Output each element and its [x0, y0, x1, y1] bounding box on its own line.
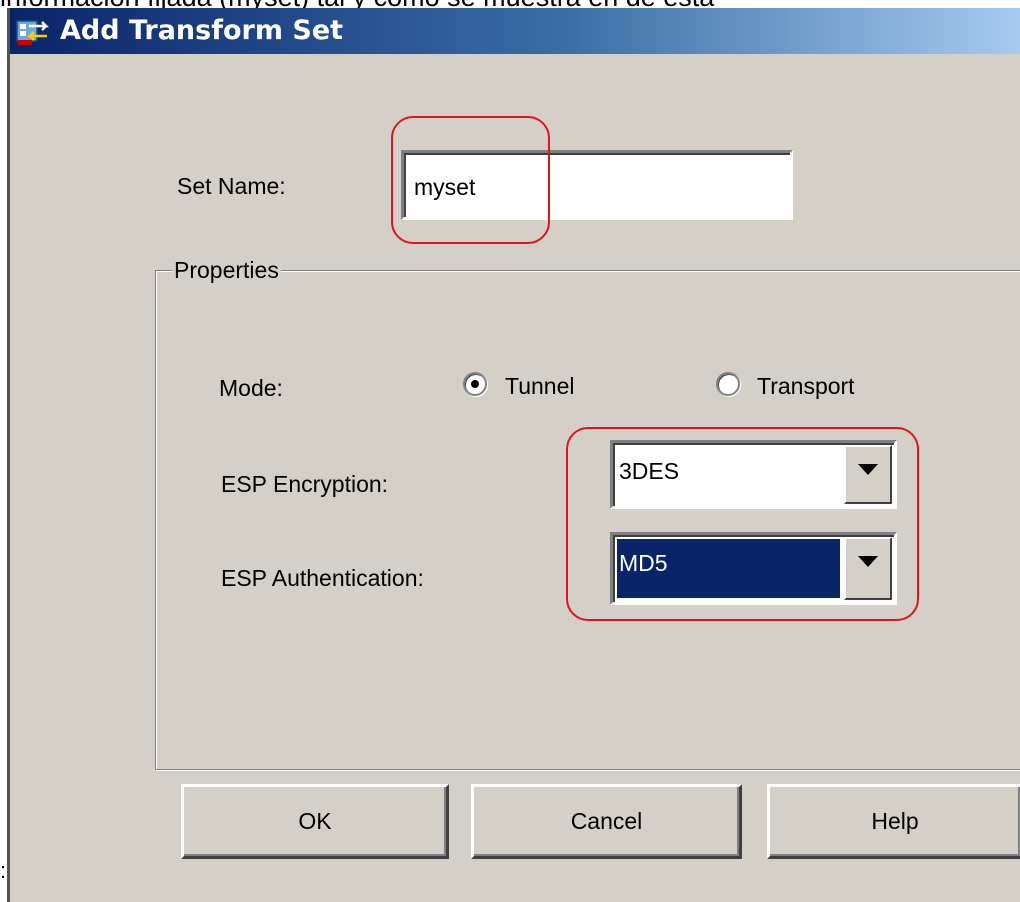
mode-label: Mode:: [219, 375, 283, 401]
set-name-input[interactable]: myset: [401, 150, 793, 220]
chevron-down-icon[interactable]: [844, 445, 892, 504]
chevron-down-icon[interactable]: [844, 537, 892, 600]
esp-encryption-value: 3DES: [619, 458, 680, 484]
dialog-client-area: Set Name: myset Properties Mode: Tunnel …: [10, 54, 1020, 902]
mode-transport-option[interactable]: Transport: [712, 369, 912, 409]
properties-groupbox: [155, 270, 1020, 770]
add-transform-set-dialog: Add Transform Set Set Name: myset Proper…: [7, 8, 1020, 902]
help-button[interactable]: Help: [767, 784, 1020, 859]
esp-authentication-label: ESP Authentication:: [221, 565, 424, 591]
dialog-title-bar[interactable]: Add Transform Set: [10, 8, 1020, 54]
transport-radio-button[interactable]: [716, 372, 740, 396]
esp-authentication-value: MD5: [616, 538, 841, 599]
cancel-button[interactable]: Cancel: [471, 784, 742, 859]
transform-set-app-icon: [16, 18, 50, 46]
dialog-title: Add Transform Set: [60, 15, 344, 46]
page-margin-punctuation: :: [0, 858, 7, 883]
transport-option-label: Transport: [757, 373, 855, 399]
esp-encryption-label: ESP Encryption:: [221, 471, 389, 497]
set-name-label: Set Name:: [177, 173, 286, 199]
tunnel-radio-button[interactable]: [463, 372, 487, 396]
tunnel-option-label: Tunnel: [505, 373, 575, 399]
set-name-value: myset: [414, 174, 476, 200]
ok-button[interactable]: OK: [181, 784, 449, 859]
mode-tunnel-option[interactable]: Tunnel: [459, 369, 609, 409]
properties-legend: Properties: [172, 256, 281, 284]
esp-encryption-select[interactable]: 3DES: [610, 440, 897, 509]
esp-authentication-select[interactable]: MD5: [610, 532, 897, 605]
